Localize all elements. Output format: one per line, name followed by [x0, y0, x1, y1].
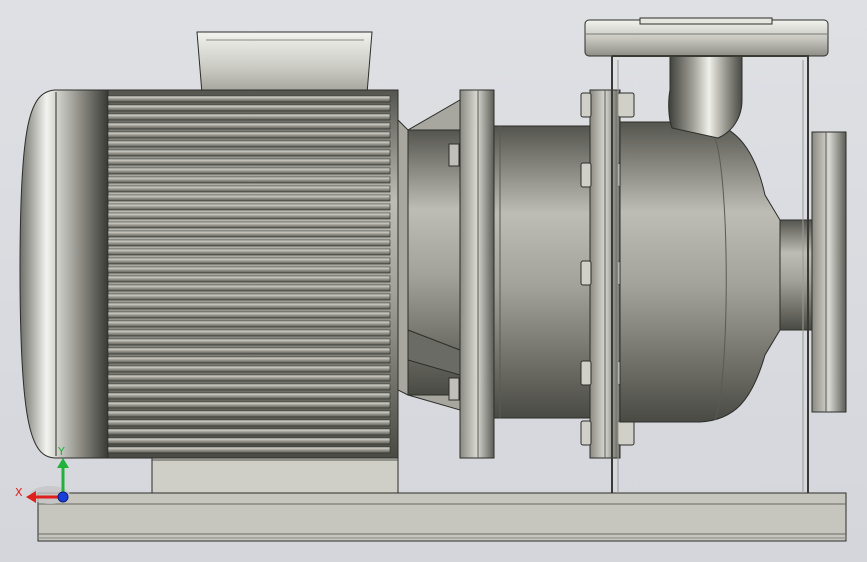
baseplate: [37, 492, 847, 542]
bracket-flange: [459, 89, 495, 459]
cooling-fin: [107, 338, 391, 346]
cooling-fin: [107, 329, 391, 337]
flange-bolt: [617, 92, 635, 118]
cooling-fin: [107, 221, 391, 229]
casing-flange: [589, 89, 621, 459]
cooling-fin: [107, 374, 391, 382]
x-axis-label: X: [15, 486, 23, 499]
cooling-fin: [107, 113, 391, 121]
pump-drawing: Y X: [15, 17, 847, 542]
flange-bolt: [580, 360, 592, 386]
bearing-bracket: [397, 99, 461, 411]
cooling-fin: [107, 104, 391, 112]
cooling-fin: [107, 437, 391, 445]
cooling-fin: [107, 122, 391, 130]
cooling-fin: [107, 203, 391, 211]
cooling-fin: [107, 212, 391, 220]
suction-nozzle: [779, 131, 847, 413]
cooling-fin: [107, 140, 391, 148]
cooling-fin: [107, 365, 391, 373]
cooling-fin: [107, 293, 391, 301]
cooling-fin: [107, 419, 391, 427]
cooling-fin: [107, 320, 391, 328]
cooling-fin: [107, 131, 391, 139]
volute-casing: [619, 121, 781, 423]
y-axis-label: Y: [57, 445, 65, 458]
z-axis-dot: [57, 491, 69, 503]
cooling-fin: [107, 158, 391, 166]
cooling-fin: [107, 266, 391, 274]
cooling-fin: [107, 383, 391, 391]
cooling-fin: [107, 257, 391, 265]
cooling-fin: [107, 149, 391, 157]
cooling-fin: [107, 401, 391, 409]
cooling-fin: [107, 239, 391, 247]
motor-body: [107, 89, 399, 459]
cooling-fin: [107, 230, 391, 238]
cooling-fin: [107, 95, 391, 103]
cad-viewport[interactable]: Y X: [0, 0, 867, 562]
cooling-fin: [107, 356, 391, 364]
flange-bolt: [580, 420, 592, 446]
cooling-fin: [107, 284, 391, 292]
cooling-fin: [107, 428, 391, 436]
motor-end-cap: [19, 89, 109, 459]
discharge-nozzle: [584, 17, 829, 139]
flange-bolt: [580, 260, 592, 286]
cooling-fin: [107, 185, 391, 193]
cooling-fin: [107, 248, 391, 256]
cooling-fin: [107, 302, 391, 310]
cooling-fin: [107, 410, 391, 418]
cooling-fin: [107, 194, 391, 202]
cooling-fin: [107, 392, 391, 400]
bearing-housing: [493, 125, 591, 419]
flange-bolt: [580, 92, 592, 118]
cooling-fin: [107, 275, 391, 283]
cooling-fin: [107, 176, 391, 184]
cooling-fin: [107, 167, 391, 175]
flange-bolt: [580, 162, 592, 188]
cooling-fin: [107, 311, 391, 319]
flange-bolt: [617, 420, 635, 446]
cooling-fin: [107, 446, 391, 454]
cooling-fin: [107, 347, 391, 355]
